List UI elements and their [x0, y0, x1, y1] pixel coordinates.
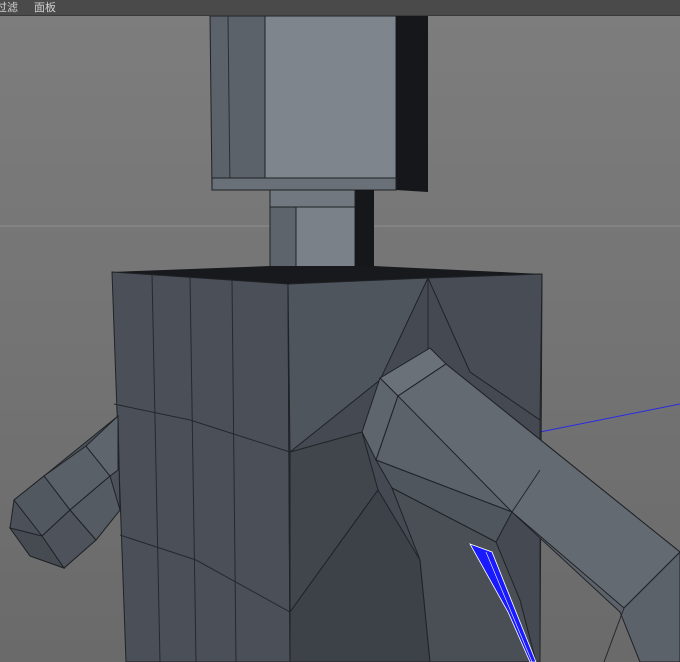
neck-mesh[interactable] — [269, 189, 374, 273]
menu-filter[interactable]: 过滤 — [0, 0, 26, 16]
menu-bar: 过滤 面板 — [0, 0, 680, 16]
viewport-canvas[interactable] — [0, 16, 680, 662]
3d-viewport[interactable] — [0, 16, 680, 662]
menu-panel[interactable]: 面板 — [34, 0, 64, 16]
head-mesh[interactable] — [209, 16, 428, 192]
